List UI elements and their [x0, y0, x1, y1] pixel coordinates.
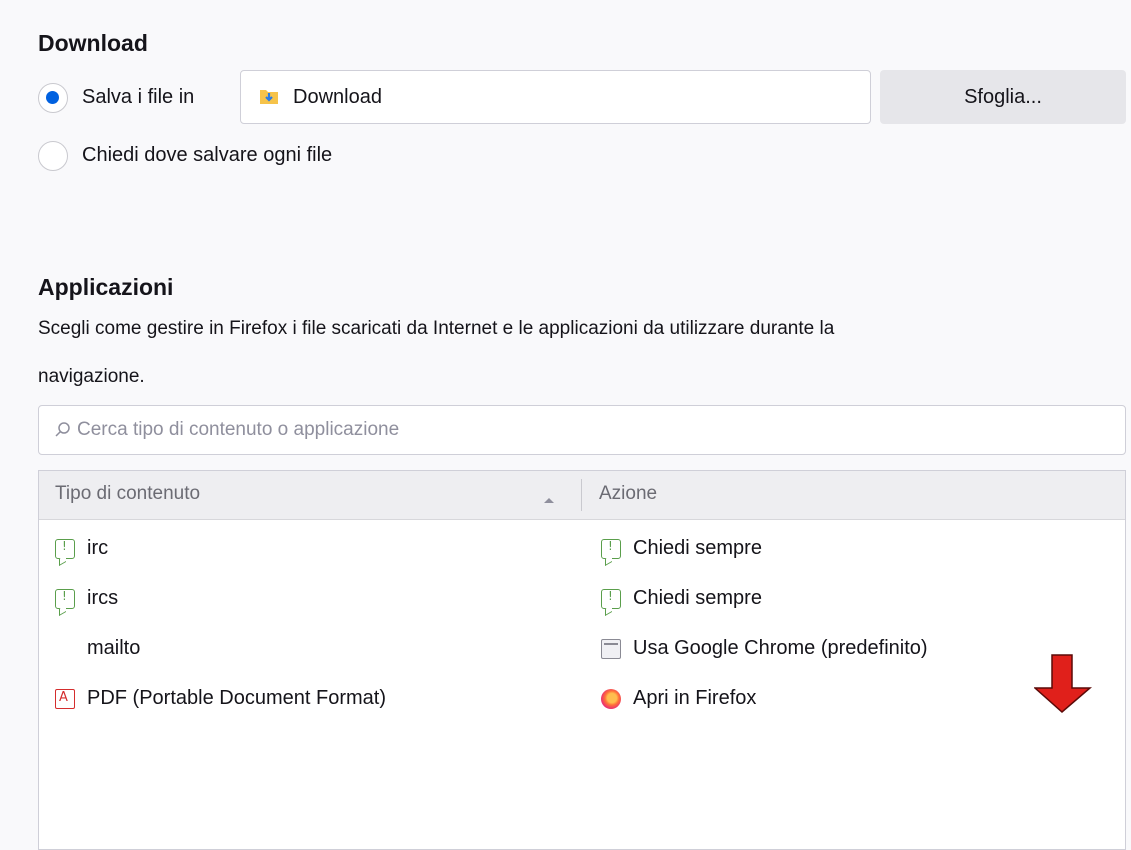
chat-icon: ! [55, 538, 75, 559]
column-header-content-type[interactable]: Tipo di contenuto [55, 483, 200, 505]
sort-ascending-icon[interactable] [543, 491, 555, 509]
action-name: Chiedi sempre [633, 587, 762, 609]
applications-heading: Applicazioni [38, 274, 174, 300]
content-type-name: irc [87, 537, 109, 559]
browse-button[interactable]: Sfoglia... [880, 70, 1126, 124]
ask-where-label[interactable]: Chiedi dove salvare ogni file [82, 144, 332, 167]
applications-description-line2: navigazione. [38, 366, 145, 387]
action-name: Chiedi sempre [633, 537, 762, 559]
table-row[interactable]: mailto Usa Google Chrome (predefinito) [39, 625, 1125, 675]
action-name: Usa Google Chrome (predefinito) [633, 637, 928, 659]
table-row[interactable]: ! ircs ! Chiedi sempre [39, 575, 1125, 625]
content-type-name: mailto [87, 637, 141, 659]
column-separator[interactable] [581, 479, 582, 511]
download-heading: Download [38, 30, 148, 56]
ask-where-radio[interactable] [38, 141, 68, 171]
chat-icon: ! [601, 538, 621, 559]
search-icon [55, 421, 71, 444]
firefox-icon [601, 688, 621, 709]
applications-description-line1: Scegli come gestire in Firefox i file sc… [38, 318, 835, 339]
save-to-radio[interactable] [38, 83, 68, 113]
download-folder-value: Download [293, 86, 382, 108]
content-type-name: ircs [87, 587, 119, 609]
content-type-table[interactable]: Tipo di contenuto Azione ! irc ! Chiedi se… [38, 470, 1126, 850]
table-header: Tipo di contenuto Azione [39, 471, 1125, 520]
content-search-input[interactable]: Cerca tipo di contenuto o applicazione [38, 405, 1126, 455]
table-row[interactable]: ! irc ! Chiedi sempre [39, 525, 1125, 575]
table-row[interactable]: A PDF (Portable Document Format) Apri in … [39, 675, 1125, 725]
download-folder-field[interactable]: Download [240, 70, 871, 124]
chat-icon: ! [55, 588, 75, 609]
chat-icon: ! [601, 588, 621, 609]
pdf-icon: A [55, 688, 75, 709]
red-arrow-down-icon [1033, 654, 1093, 719]
application-icon [601, 638, 621, 659]
save-to-label[interactable]: Salva i file in [82, 86, 194, 109]
search-placeholder: Cerca tipo di contenuto o applicazione [77, 419, 400, 440]
content-type-name: PDF (Portable Document Format) [87, 687, 386, 709]
column-header-action[interactable]: Azione [599, 483, 657, 505]
folder-download-icon [259, 87, 279, 105]
action-name: Apri in Firefox [633, 687, 757, 709]
